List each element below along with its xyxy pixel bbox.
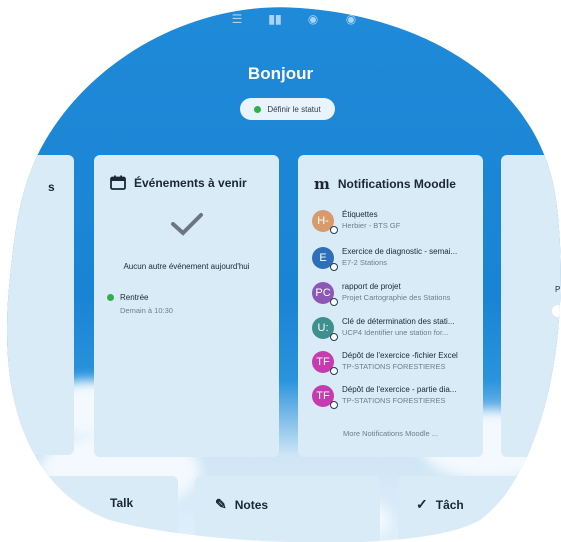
left-partial-card-label: s [48, 180, 55, 194]
clock-icon [330, 367, 338, 375]
event-time: Demain à 10:30 [120, 306, 173, 315]
event-color-dot [107, 294, 114, 301]
clock-icon [330, 333, 338, 341]
notification-course: Projet Cartographie des Stations [342, 293, 451, 302]
notification-item[interactable]: TF Dépôt de l'exercice -fichier Excel TP-… [312, 351, 458, 373]
notes-card-header: ✎ Notes [215, 496, 268, 513]
globe-icon[interactable]: ◉ [344, 12, 358, 26]
avatar-initials: E [319, 252, 327, 264]
moodle-notifications-card: m Notifications Moodle H- Étiquettes Herb… [298, 155, 483, 457]
toggle-knob[interactable] [552, 305, 561, 317]
check-icon: ✓ [416, 496, 428, 512]
notification-item[interactable]: H- Étiquettes Herbier - BTS GF [312, 210, 400, 232]
notification-item[interactable]: E Exercice de diagnostic - semai... E7-2 … [312, 247, 457, 269]
bar-chart-icon[interactable]: ▮▮ [268, 12, 282, 26]
notification-title: Étiquettes [342, 210, 378, 219]
dashboard-background: ☰ ▮▮ ◉ ◉ Bonjour Définir le statut s Évé… [0, 0, 561, 542]
more-notifications-link[interactable]: More Notifications Moodle ... [298, 429, 483, 438]
avatar: U: [312, 317, 334, 339]
right-partial-card: P [501, 155, 561, 457]
clock-icon [330, 226, 338, 234]
notification-course: UCP4 Identifier une station for... [342, 328, 449, 337]
globe-icon[interactable]: ◉ [306, 12, 320, 26]
status-dot-icon [254, 106, 261, 113]
notification-item[interactable]: PC rapport de projet Projet Cartographie … [312, 282, 450, 304]
checkmark-icon [170, 211, 204, 237]
clock-icon [330, 263, 338, 271]
tasks-card[interactable]: ✓ Tâch [398, 476, 561, 542]
set-status-label: Définir le statut [267, 104, 321, 114]
left-partial-card: s [0, 155, 74, 455]
notification-title: Exercice de diagnostic - semai... [342, 247, 458, 256]
avatar: PC [312, 282, 334, 304]
notification-item[interactable]: U: Clé de détermination des stati... UCP4… [312, 317, 455, 339]
avatar: TF [312, 351, 334, 373]
notification-course: Herbier - BTS GF [342, 221, 401, 230]
notification-course: E7-2 Stations [342, 258, 388, 267]
calendar-icon [110, 175, 126, 190]
event-item[interactable]: Rentrée Demain à 10:30 [107, 293, 173, 315]
notification-title: Dépôt de l'exercice - partie dia... [342, 385, 457, 394]
event-title: Rentrée [120, 293, 149, 302]
notification-course: TP-STATIONS FORESTIERES [342, 362, 446, 371]
notes-card[interactable]: ✎ Notes [195, 476, 380, 542]
events-empty-message: Aucun autre événement aujourd'hui [123, 262, 250, 271]
avatar-initials: TF [316, 356, 330, 368]
avatar-initials: PC [315, 287, 331, 299]
tasks-card-header: ✓ Tâch [416, 496, 464, 513]
events-card-title: Événements à venir [134, 175, 247, 190]
set-status-button[interactable]: Définir le statut [240, 98, 335, 120]
avatar-initials: U: [317, 322, 329, 334]
tasks-card-title: Tâch [435, 497, 464, 512]
list-icon[interactable]: ☰ [230, 12, 244, 26]
avatar-initials: TF [316, 390, 330, 402]
notification-item[interactable]: TF Dépôt de l'exercice - partie dia... TP… [312, 385, 456, 407]
clock-icon [330, 298, 338, 306]
avatar-initials: H- [317, 215, 329, 227]
avatar: H- [312, 210, 334, 232]
events-card: Événements à venir Aucun autre événement… [94, 155, 279, 457]
greeting: Bonjour [247, 64, 314, 83]
events-card-header: Événements à venir [110, 175, 247, 190]
moodle-card-header: m Notifications Moodle [314, 175, 456, 193]
talk-card[interactable]: Talk [0, 476, 178, 542]
notes-card-title: Notes [234, 497, 269, 512]
right-partial-card-label: P [555, 285, 561, 294]
notification-title: Dépôt de l'exercice -fichier Excel [342, 351, 458, 360]
notification-course: TP-STATIONS FORESTIERES [342, 396, 446, 405]
notification-title: rapport de projet [342, 282, 401, 291]
avatar: E [312, 247, 334, 269]
moodle-logo-icon: m [314, 175, 330, 193]
talk-card-title: Talk [110, 496, 134, 510]
app-nav: ☰ ▮▮ ◉ ◉ [230, 12, 358, 26]
clock-icon [330, 401, 338, 409]
notification-title: Clé de détermination des stati... [342, 317, 455, 326]
pencil-icon: ✎ [215, 496, 227, 512]
avatar: TF [312, 385, 334, 407]
moodle-card-title: Notifications Moodle [337, 177, 456, 191]
